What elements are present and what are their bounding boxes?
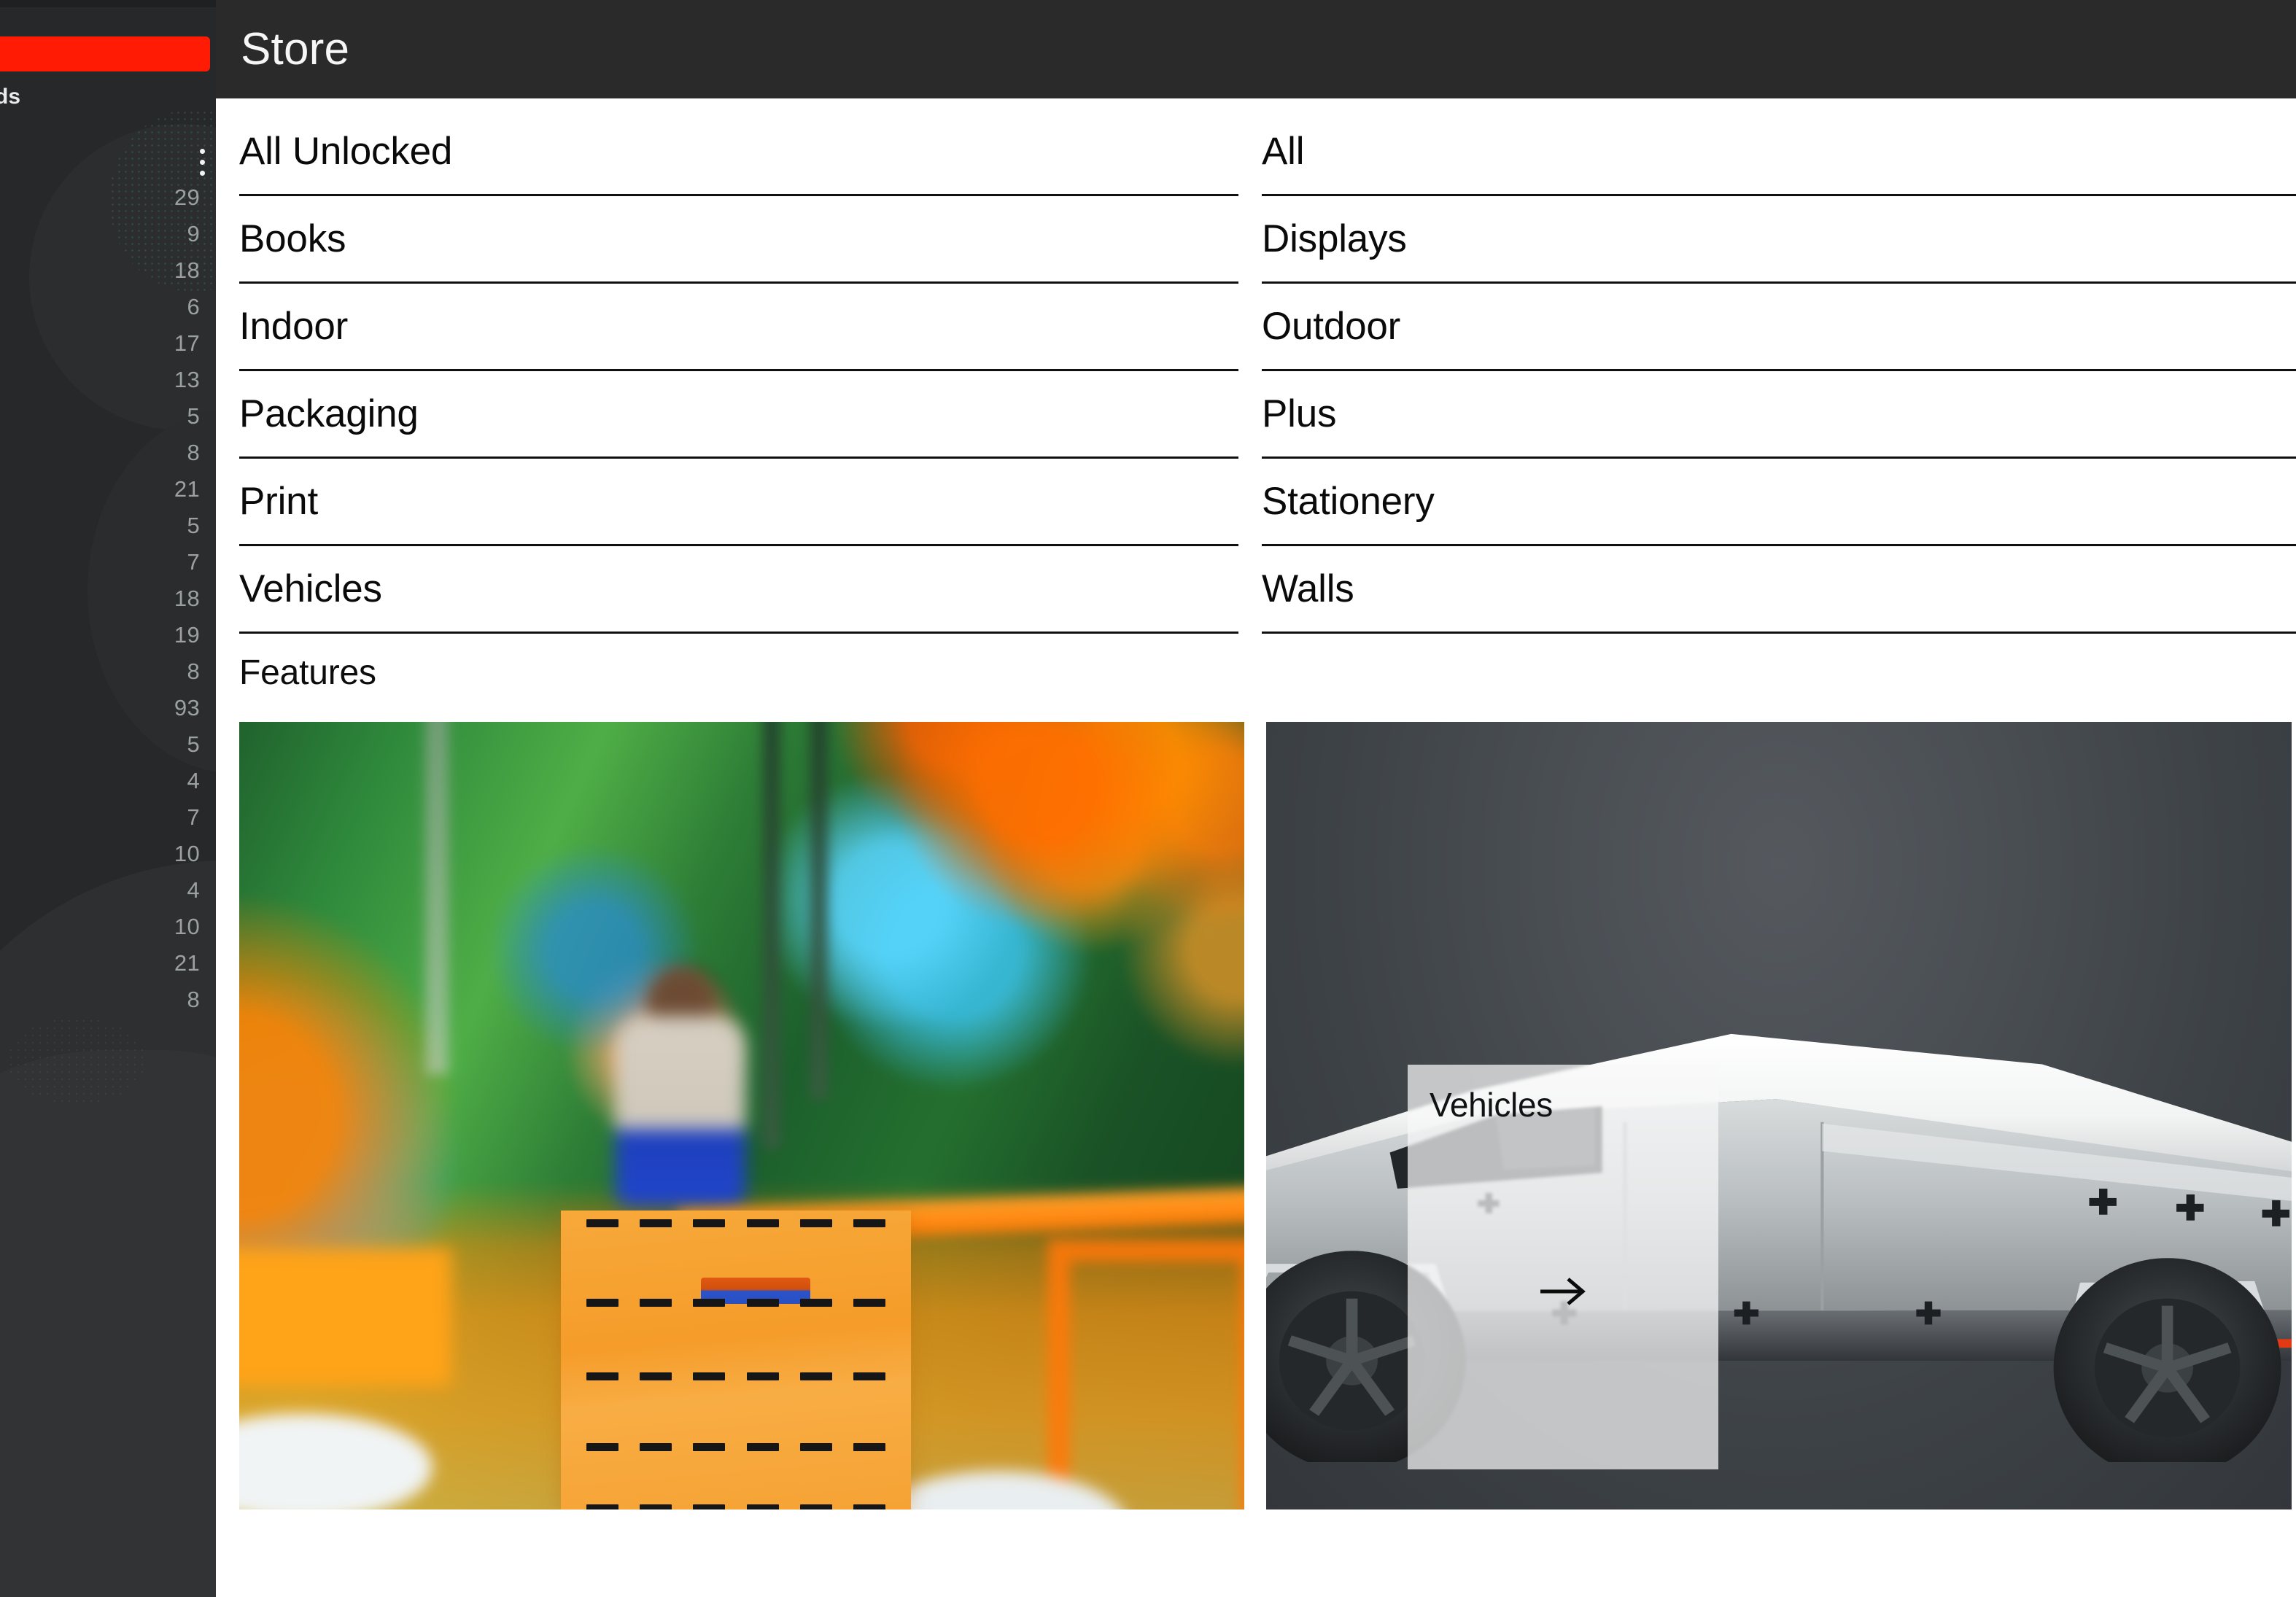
sidebar-item[interactable]: t (0, 1044, 216, 1081)
sidebar-item[interactable]: 93 (0, 690, 216, 726)
category-item[interactable]: Vehicles (239, 546, 1238, 634)
sidebar-item-count: 13 (174, 367, 200, 392)
kebab-dot (199, 170, 205, 176)
sidebar-item[interactable]: 10 (0, 836, 216, 872)
feature-card-list: Vehicles (239, 722, 2296, 1509)
category-item-label: Displays (1262, 217, 1407, 260)
category-item-label: Print (239, 480, 318, 523)
sidebar-item-count: 5 (187, 513, 200, 538)
sidebar-item-count: 5 (187, 731, 200, 757)
category-item-label: All (1262, 130, 1305, 173)
sidebar-item[interactable]: 9 (0, 216, 216, 252)
sidebar-item[interactable]: 10 (0, 909, 216, 945)
sidebar-item-count: 9 (187, 221, 200, 246)
sidebar-item[interactable]: 18 (0, 252, 216, 289)
sidebar-item-count: 10 (174, 914, 200, 939)
features-heading: Features (239, 653, 376, 692)
category-item[interactable]: Packaging (239, 371, 1238, 459)
overlay-card-title: Vehicles (1430, 1085, 1553, 1124)
category-item[interactable]: Books (239, 196, 1238, 284)
sidebar-item[interactable]: Store (0, 36, 210, 71)
sidebar-item-count: 21 (174, 950, 200, 976)
sidebar-item-count: 5 (187, 403, 200, 429)
sidebar-item-count: 18 (174, 257, 200, 283)
category-item[interactable]: Displays (1262, 196, 2296, 284)
sidebar-item[interactable]: 4 (0, 872, 216, 909)
sidebar-item-count: 7 (187, 804, 200, 830)
feature-card-tropical[interactable] (239, 722, 1244, 1509)
kebab-dot (199, 148, 205, 154)
sidebar-item[interactable]: 21 (0, 945, 216, 982)
sidebar-item-count: 10 (174, 841, 200, 866)
category-item[interactable]: All (1262, 109, 2296, 196)
sidebar-item[interactable]: 6 (0, 289, 216, 325)
category-item[interactable]: Indoor (239, 284, 1238, 371)
category-item-label: Books (239, 217, 346, 260)
category-item[interactable]: Print (239, 459, 1238, 546)
window-titlebar: Store (216, 0, 2296, 98)
sidebar-item-count: 19 (174, 622, 200, 648)
category-filter-lists: All Unlocked Books Indoor Packaging Print Veh… (239, 109, 2296, 634)
sidebar-item[interactable]: 7 (0, 544, 216, 580)
category-item-label: All Unlocked (239, 130, 453, 173)
category-item-label: Stationery (1262, 480, 1435, 523)
category-item-label: Vehicles (239, 567, 382, 610)
category-item-label: Outdoor (1262, 305, 1401, 348)
sidebar-item[interactable]: 13 (0, 362, 216, 398)
category-item[interactable]: Walls (1262, 546, 2296, 634)
sidebar-item[interactable]: 8 (0, 653, 216, 690)
sidebar-item-count: 21 (174, 476, 200, 502)
sidebar-item-count: 8 (187, 440, 200, 465)
sidebar-item-count: 4 (187, 877, 200, 903)
category-item-label: Indoor (239, 305, 349, 348)
category-item[interactable]: All Unlocked (239, 109, 1238, 196)
content-area: All Unlocked Books Indoor Packaging Print Veh… (216, 98, 2296, 1597)
sidebar-item-count: 93 (174, 695, 200, 720)
features-section: Features Vehicles (239, 653, 2296, 1509)
sidebar-item[interactable]: 7 (0, 799, 216, 836)
category-item-label: Plus (1262, 392, 1337, 435)
sidebar-item[interactable]: 17 (0, 325, 216, 362)
category-item[interactable]: Plus (1262, 371, 2296, 459)
sidebar[interactable]: Store Downloads 29 9 18 6 17 13 5 8 21 5 7 Sketches18… (0, 0, 216, 1597)
app-window: Store Downloads 29 9 18 6 17 13 5 8 21 5 7 Sketches18… (0, 0, 2296, 1597)
titlebar-left-strip (0, 0, 216, 7)
feature-card-vehicles[interactable]: Vehicles (1266, 722, 2292, 1509)
sidebar-item[interactable]: 8 (0, 982, 216, 1018)
kebab-dot (199, 159, 205, 165)
sidebar-item-count: 4 (187, 768, 200, 793)
main-panel: Store All Unlocked Books Indoor Packaging Pr… (216, 0, 2296, 1597)
page-title: Store (241, 23, 350, 74)
sidebar-item-label: Downloads (0, 85, 21, 109)
sidebar-item-count: 6 (187, 294, 200, 319)
sidebar-item-count: 7 (187, 549, 200, 575)
sidebar-item-count: 17 (174, 330, 200, 356)
sidebar-item[interactable]: Downloads (0, 79, 216, 115)
category-item-label: Packaging (239, 392, 419, 435)
category-item[interactable]: Outdoor (1262, 284, 2296, 371)
arrow-right-icon[interactable] (1537, 1275, 1589, 1307)
category-column-left: All Unlocked Books Indoor Packaging Print Veh… (239, 109, 1238, 634)
sidebar-item[interactable]: 19 (0, 617, 216, 653)
sidebar-decoration-blob (0, 1050, 216, 1597)
sidebar-item[interactable]: 5 (0, 398, 216, 435)
vehicles-overlay-card[interactable]: Vehicles (1408, 1064, 1719, 1469)
sidebar-item[interactable]: 29 (0, 179, 216, 216)
category-column-right: All Displays Outdoor Plus Stationery Walls (1262, 109, 2296, 634)
sidebar-item-count: 8 (187, 987, 200, 1012)
sidebar-item[interactable]: Sketches18 (0, 580, 216, 617)
sidebar-item-count: 8 (187, 658, 200, 684)
category-item[interactable]: Stationery (1262, 459, 2296, 546)
sidebar-item[interactable]: 5 (0, 508, 216, 544)
sidebar-item[interactable]: 21 (0, 471, 216, 508)
kebab-menu-icon[interactable] (194, 143, 210, 181)
sidebar-item-count: 18 (174, 586, 200, 611)
orange-crate-object (560, 1210, 911, 1509)
sidebar-item[interactable]: 5 (0, 726, 216, 763)
sidebar-item-count: 29 (174, 184, 200, 210)
sidebar-item[interactable]: 4 (0, 763, 216, 799)
sidebar-item[interactable]: 8 (0, 435, 216, 471)
category-item-label: Walls (1262, 567, 1354, 610)
